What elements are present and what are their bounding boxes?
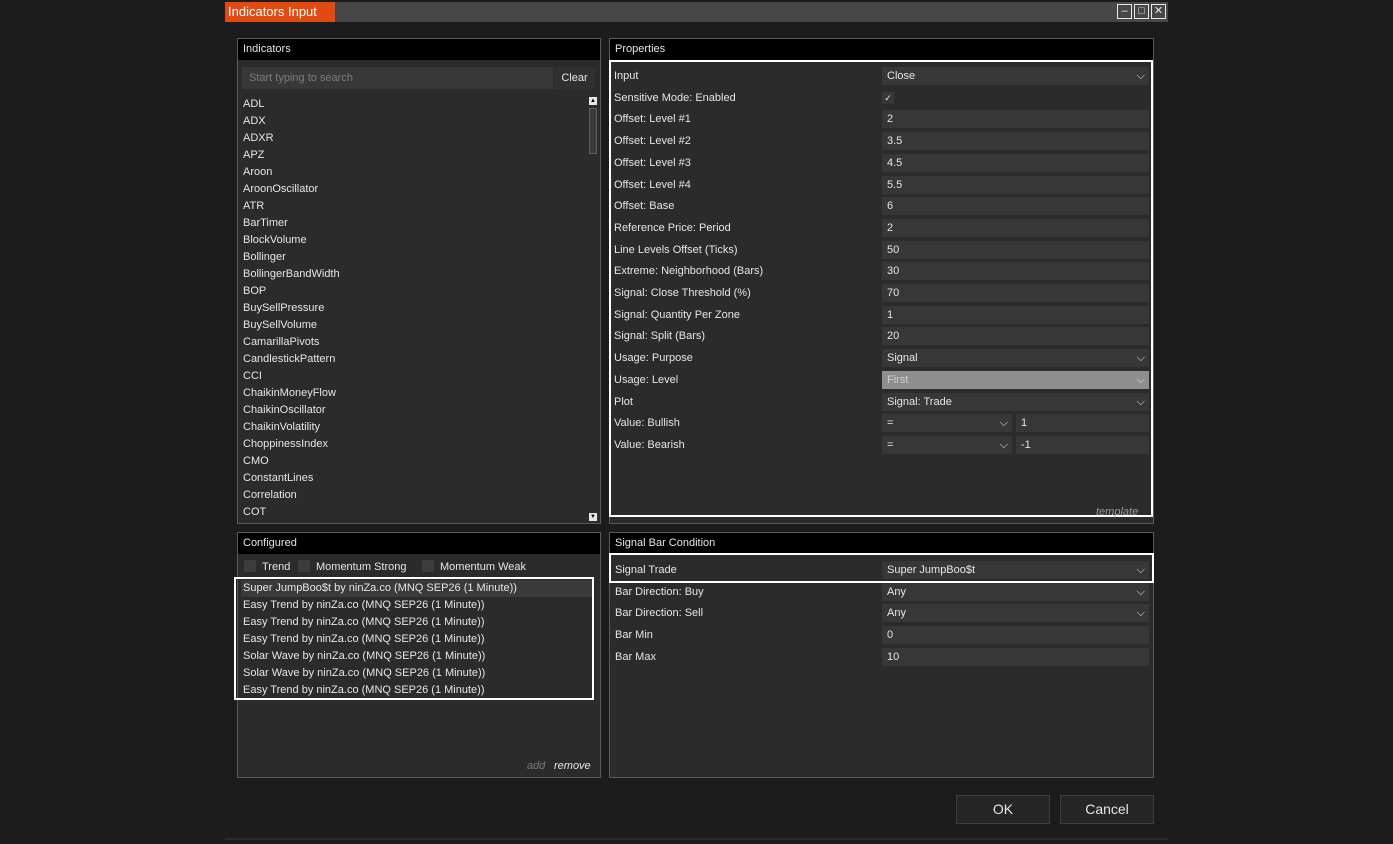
property-select[interactable]: Any ⌵ xyxy=(882,582,1149,601)
indicator-list-item[interactable]: ADXR xyxy=(242,130,587,147)
property-label: Bar Direction: Sell xyxy=(615,607,704,620)
maximize-button[interactable]: □ xyxy=(1134,4,1149,19)
scroll-thumb[interactable] xyxy=(589,108,597,154)
chevron-down-icon: ⌵ xyxy=(1136,585,1145,598)
indicator-list-item[interactable]: BollingerBandWidth xyxy=(242,266,587,283)
property-value-field[interactable]: 0 xyxy=(882,626,1149,645)
indicator-list-item[interactable]: ConstantLines xyxy=(242,470,587,487)
indicator-list-item[interactable]: BlockVolume xyxy=(242,232,587,249)
close-button[interactable]: ✕ xyxy=(1151,4,1166,19)
property-label: Bar Max xyxy=(615,650,656,663)
maximize-icon: □ xyxy=(1138,5,1145,17)
minimize-button[interactable]: – xyxy=(1117,4,1132,19)
property-label: Bar Min xyxy=(615,629,653,642)
add-link[interactable]: add xyxy=(527,760,545,772)
chevron-down-icon: ⌵ xyxy=(1136,607,1145,620)
title-bar xyxy=(225,2,1168,22)
indicator-list-item[interactable]: Aroon xyxy=(242,164,587,181)
properties-highlight xyxy=(609,60,1153,517)
indicator-list-item[interactable]: ADL xyxy=(242,96,587,113)
minimize-icon: – xyxy=(1121,5,1128,17)
indicator-list-item[interactable]: ATR xyxy=(242,198,587,215)
indicator-list-item[interactable]: BarTimer xyxy=(242,215,587,232)
ok-button[interactable]: OK xyxy=(956,795,1050,824)
property-row: Bar Direction: Sell Any ⌵ xyxy=(615,604,1150,623)
remove-link[interactable]: remove xyxy=(554,760,591,772)
property-row: Bar Max 10 xyxy=(615,647,1150,666)
indicator-list-item[interactable]: CandlestickPattern xyxy=(242,351,587,368)
property-row: Bar Min 0 xyxy=(615,626,1150,645)
property-row: Bar Direction: Buy Any ⌵ xyxy=(615,582,1150,601)
filter-trend[interactable]: Trend xyxy=(244,560,290,574)
close-icon: ✕ xyxy=(1153,5,1164,17)
filter-checkbox[interactable] xyxy=(298,560,310,572)
indicator-list-item[interactable]: AroonOscillator xyxy=(242,181,587,198)
indicator-list-item[interactable]: ChoppinessIndex xyxy=(242,436,587,453)
indicator-list: ADL ADX ADXR APZ Aroon AroonOscillator ATR BarT… xyxy=(242,96,587,522)
filter-label: Momentum Weak xyxy=(440,561,526,573)
indicator-list-item[interactable]: ChaikinVolatility xyxy=(242,419,587,436)
property-value: 0 xyxy=(887,629,894,642)
indicator-list-item[interactable]: BuySellVolume xyxy=(242,317,587,334)
indicator-list-item[interactable]: ChaikinMoneyFlow xyxy=(242,385,587,402)
indicator-list-item[interactable]: APZ xyxy=(242,147,587,164)
scroll-up-icon[interactable]: ▲ xyxy=(589,97,597,105)
filter-checkbox[interactable] xyxy=(244,560,256,572)
indicator-list-item[interactable]: Correlation xyxy=(242,487,587,504)
property-value: Any xyxy=(887,607,906,620)
indicator-list-item[interactable]: COT xyxy=(242,504,587,521)
filter-label: Momentum Strong xyxy=(316,561,407,573)
property-select[interactable]: Any ⌵ xyxy=(882,604,1149,623)
filter-checkbox[interactable] xyxy=(422,560,434,572)
signal-trade-highlight xyxy=(609,553,1154,583)
indicators-header: Indicators xyxy=(238,39,600,60)
indicator-list-item[interactable]: CamarillaPivots xyxy=(242,334,587,351)
configured-header: Configured xyxy=(238,533,600,554)
indicator-list-item[interactable]: CMO xyxy=(242,453,587,470)
filter-momentum-weak[interactable]: Momentum Weak xyxy=(422,560,526,574)
indicator-list-item[interactable]: CCI xyxy=(242,368,587,385)
cancel-button[interactable]: Cancel xyxy=(1060,795,1154,824)
template-link[interactable]: template xyxy=(1096,506,1138,518)
indicator-scrollbar[interactable]: ▲ ▼ xyxy=(587,96,599,522)
property-value-field[interactable]: 10 xyxy=(882,647,1149,666)
indicator-list-item[interactable]: ChaikinOscillator xyxy=(242,402,587,419)
window-title: Indicators Input xyxy=(225,2,335,22)
configured-highlight xyxy=(234,577,594,700)
property-value: 10 xyxy=(887,650,900,663)
filter-label: Trend xyxy=(262,561,291,573)
indicator-list-item[interactable]: Bollinger xyxy=(242,249,587,266)
properties-header: Properties xyxy=(610,39,1153,60)
bottom-divider xyxy=(225,838,1168,840)
indicator-list-item[interactable]: BOP xyxy=(242,283,587,300)
indicator-list-item[interactable]: ADX xyxy=(242,113,587,130)
indicator-list-item[interactable]: BuySellPressure xyxy=(242,300,587,317)
signal-bar-header: Signal Bar Condition xyxy=(610,533,1153,554)
scroll-down-icon[interactable]: ▼ xyxy=(589,513,597,521)
clear-button[interactable]: Clear xyxy=(554,67,595,89)
search-input[interactable] xyxy=(242,67,553,89)
filter-momentum-strong[interactable]: Momentum Strong xyxy=(298,560,406,574)
property-value: Any xyxy=(887,585,906,598)
property-label: Bar Direction: Buy xyxy=(615,585,704,598)
